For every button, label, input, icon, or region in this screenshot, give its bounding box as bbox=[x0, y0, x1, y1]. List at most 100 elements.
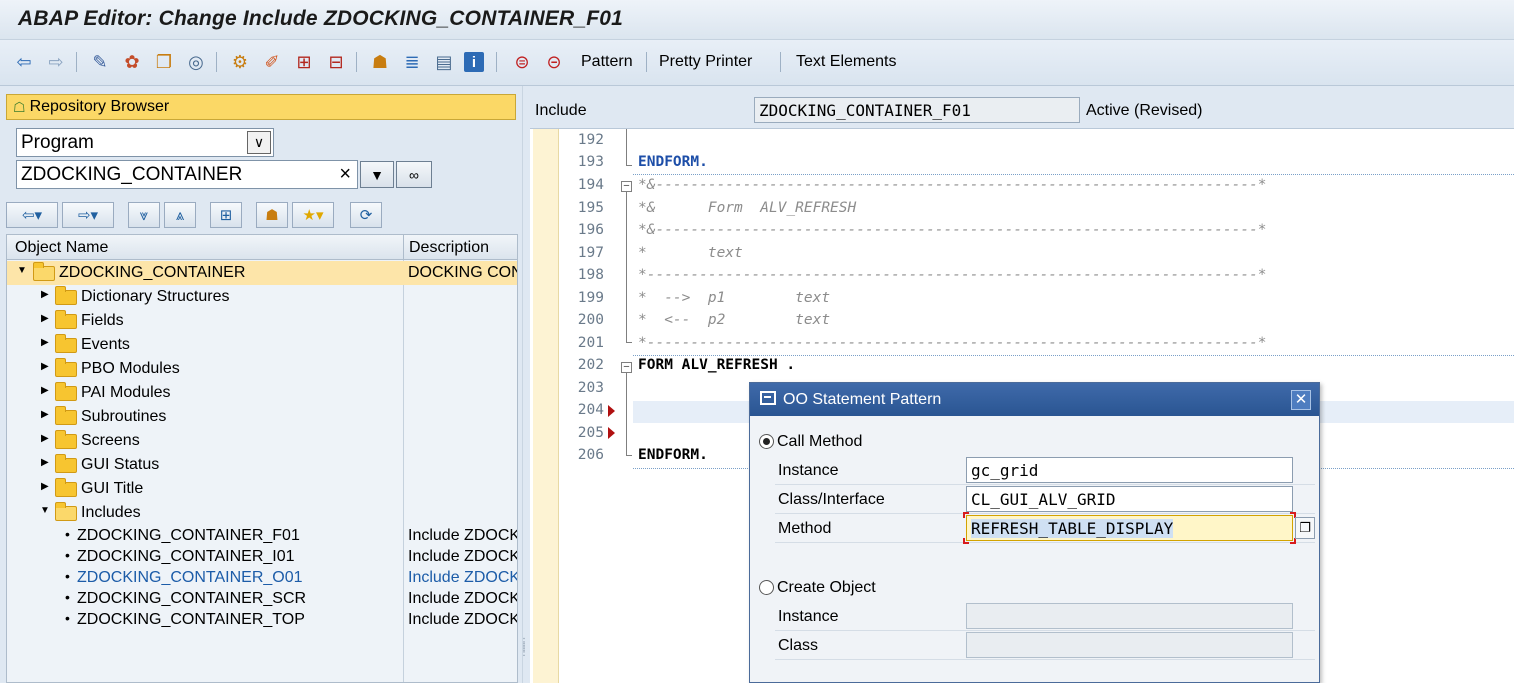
where-used-icon[interactable]: ◎ bbox=[184, 50, 208, 74]
line-number: 195 bbox=[577, 200, 604, 216]
collapsed-triangle-icon[interactable]: ▶ bbox=[41, 313, 49, 324]
tree-include-scr[interactable]: • ZDOCKING_CONTAINER_SCR Include ZDOCKIN… bbox=[7, 588, 518, 609]
breakpoint-icon[interactable]: ⊟ bbox=[324, 50, 348, 74]
previous-object-button[interactable]: ⇦▾ bbox=[6, 202, 58, 228]
line-number: 192 bbox=[577, 132, 604, 148]
object-name-input[interactable]: ZDOCKING_CONTAINER × bbox=[16, 160, 358, 189]
debug-icon[interactable]: ⊞ bbox=[292, 50, 316, 74]
bullet-icon: • bbox=[65, 568, 70, 584]
navigation-icon[interactable]: ≣ bbox=[400, 50, 424, 74]
dropdown-button[interactable]: ▼ bbox=[360, 161, 394, 188]
panel-splitter[interactable] bbox=[522, 86, 530, 683]
collapsed-triangle-icon[interactable]: ▶ bbox=[41, 481, 49, 492]
code-line: *&--------------------------------------… bbox=[638, 222, 1267, 238]
collapse-button[interactable]: ⩔ bbox=[128, 202, 160, 228]
create-class-input[interactable] bbox=[966, 632, 1293, 658]
repository-browser-header[interactable]: ☖ Repository Browser bbox=[6, 94, 516, 120]
pretty-printer-icon[interactable]: ⊝ bbox=[542, 50, 566, 74]
forward-icon[interactable]: ⇨ bbox=[44, 50, 68, 74]
expand-icon: ⩓ bbox=[175, 206, 185, 224]
display-button[interactable]: ∞ bbox=[396, 161, 432, 188]
hierarchy-button[interactable]: ☗ bbox=[256, 202, 288, 228]
tree-include-i01[interactable]: • ZDOCKING_CONTAINER_I01 Include ZDOCKIN… bbox=[7, 546, 517, 567]
tree-root-node[interactable]: ▼ ZDOCKING_CONTAINER DOCKING CONTAINER bbox=[7, 261, 517, 285]
check-icon[interactable]: ✿ bbox=[120, 50, 144, 74]
class-interface-input[interactable]: CL_GUI_ALV_GRID bbox=[966, 486, 1293, 512]
folder-icon bbox=[55, 334, 77, 353]
clear-icon[interactable]: × bbox=[339, 163, 351, 186]
expanded-triangle-icon[interactable]: ▼ bbox=[17, 265, 27, 276]
code-line: *---------------------------------------… bbox=[638, 335, 1267, 351]
create-class-label: Class bbox=[778, 637, 819, 654]
tree-folder-gui-status[interactable]: ▶ GUI Status bbox=[7, 453, 517, 477]
fullscreen-icon[interactable]: ▤ bbox=[432, 50, 456, 74]
tree-folder-dictionary-structures[interactable]: ▶ Dictionary Structures bbox=[7, 285, 517, 309]
text-elements-button[interactable]: Text Elements bbox=[796, 53, 896, 71]
collapsed-triangle-icon[interactable]: ▶ bbox=[41, 409, 49, 420]
tree-folder-includes[interactable]: ▼ Includes bbox=[7, 501, 517, 525]
folder-icon bbox=[55, 478, 77, 497]
fold-toggle-icon[interactable]: − bbox=[621, 362, 632, 373]
expanded-triangle-icon[interactable]: ▼ bbox=[40, 505, 50, 516]
other-object-icon[interactable]: ❐ bbox=[152, 50, 176, 74]
fold-toggle-icon[interactable]: − bbox=[621, 181, 632, 192]
breakpoint-strip[interactable] bbox=[533, 129, 559, 683]
tree-include-o01[interactable]: • ZDOCKING_CONTAINER_O01 Include ZDOCKIN… bbox=[7, 567, 517, 588]
info-icon[interactable]: i bbox=[464, 52, 484, 72]
line-number: 198 bbox=[577, 267, 604, 283]
back-icon[interactable]: ⇦ bbox=[12, 50, 36, 74]
activate-icon[interactable]: ⚙ bbox=[228, 50, 252, 74]
collapsed-triangle-icon[interactable]: ▶ bbox=[41, 457, 49, 468]
create-object-radio[interactable] bbox=[759, 580, 774, 595]
value-help-button[interactable]: ❐ bbox=[1295, 517, 1315, 539]
tree-node-description: Include ZDOCKING_CONTAINER_SCR bbox=[408, 590, 518, 607]
splitter-grip-icon[interactable]: ⋮ ⋮ ⋮ bbox=[519, 638, 529, 658]
tree-include-f01[interactable]: • ZDOCKING_CONTAINER_F01 Include ZDOCKIN… bbox=[7, 525, 517, 546]
tree-node-label: PAI Modules bbox=[81, 384, 171, 401]
tree-folder-fields[interactable]: ▶ Fields bbox=[7, 309, 517, 333]
line-number: 196 bbox=[577, 222, 604, 238]
method-input[interactable]: REFRESH_TABLE_DISPLAY bbox=[966, 515, 1293, 541]
create-instance-input[interactable] bbox=[966, 603, 1293, 629]
tree-folder-gui-title[interactable]: ▶ GUI Title bbox=[7, 477, 517, 501]
collapsed-triangle-icon[interactable]: ▶ bbox=[41, 289, 49, 300]
tree-folder-screens[interactable]: ▶ Screens bbox=[7, 429, 517, 453]
object-type-select[interactable]: Program ∨ bbox=[16, 128, 274, 157]
test-icon[interactable]: ✐ bbox=[260, 50, 284, 74]
bullet-icon: • bbox=[65, 547, 70, 563]
pattern-button[interactable]: Pattern bbox=[581, 53, 633, 71]
pretty-printer-button[interactable]: Pretty Printer bbox=[659, 53, 752, 71]
pattern-icon[interactable]: ⊜ bbox=[510, 50, 534, 74]
arrow-left-icon: ⇦▾ bbox=[21, 207, 43, 224]
instance-input[interactable]: gc_grid bbox=[966, 457, 1293, 483]
tree-node-label: Events bbox=[81, 336, 130, 353]
collapsed-triangle-icon[interactable]: ▶ bbox=[41, 433, 49, 444]
include-status: Active (Revised) bbox=[1086, 102, 1203, 119]
object-list-icon[interactable]: ☗ bbox=[368, 50, 392, 74]
chevron-down-icon[interactable]: ∨ bbox=[247, 131, 271, 154]
dialog-title: OO Statement Pattern bbox=[783, 391, 942, 408]
code-line: * --> p1 text bbox=[638, 290, 831, 306]
folder-open-icon bbox=[55, 502, 77, 521]
find-button[interactable]: ⊞ bbox=[210, 202, 242, 228]
tree-folder-pbo-modules[interactable]: ▶ PBO Modules bbox=[7, 357, 517, 381]
display-change-icon[interactable]: ✎ bbox=[88, 50, 112, 74]
call-method-radio[interactable] bbox=[759, 434, 774, 449]
close-icon[interactable]: ✕ bbox=[1291, 390, 1311, 410]
collapsed-triangle-icon[interactable]: ▶ bbox=[41, 385, 49, 396]
expand-button[interactable]: ⩓ bbox=[164, 202, 196, 228]
line-number: 202 bbox=[577, 357, 604, 373]
tree-include-top[interactable]: • ZDOCKING_CONTAINER_TOP Include ZDOCKIN… bbox=[7, 609, 517, 630]
tree-folder-subroutines[interactable]: ▶ Subroutines bbox=[7, 405, 517, 429]
collapsed-triangle-icon[interactable]: ▶ bbox=[41, 361, 49, 372]
favorites-button[interactable]: ★▾ bbox=[292, 202, 334, 228]
tree-folder-pai-modules[interactable]: ▶ PAI Modules bbox=[7, 381, 517, 405]
collapsed-triangle-icon[interactable]: ▶ bbox=[41, 337, 49, 348]
column-header-object-name[interactable]: Object Name bbox=[15, 239, 108, 257]
column-header-description[interactable]: Description bbox=[409, 239, 489, 257]
code-line: ENDFORM. bbox=[638, 154, 708, 170]
next-object-button[interactable]: ⇨▾ bbox=[62, 202, 114, 228]
refresh-button[interactable]: ⟳ bbox=[350, 202, 382, 228]
tree-folder-events[interactable]: ▶ Events bbox=[7, 333, 517, 357]
folder-icon bbox=[55, 454, 77, 473]
